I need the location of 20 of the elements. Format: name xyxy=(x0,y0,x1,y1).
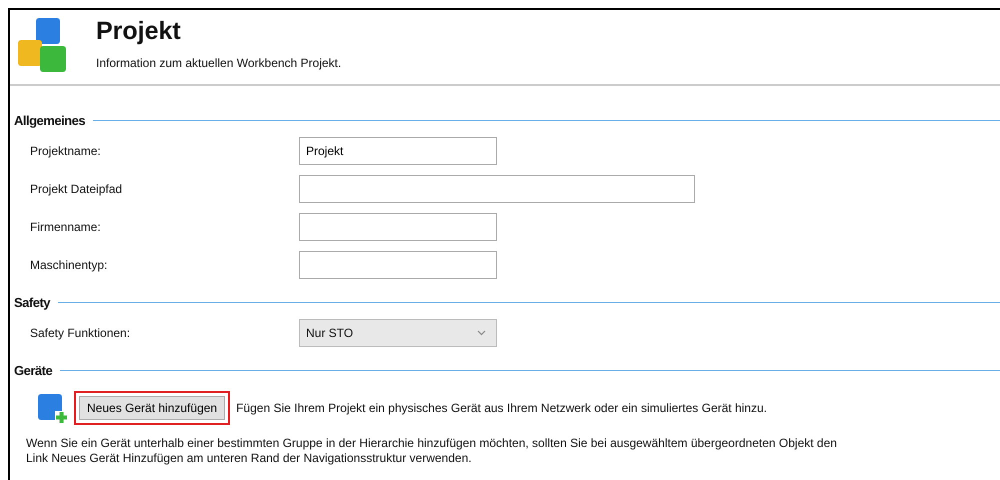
add-device-description: Fügen Sie Ihrem Projekt ein physisches Gerät aus Ihrem Netzwerk oder ein simuliertes Gerät hinzu. xyxy=(236,401,767,415)
page-title: Projekt xyxy=(96,16,182,46)
text-field[interactable] xyxy=(299,175,695,203)
field-label: Projekt Dateipfad xyxy=(30,182,124,196)
dropdown-field[interactable]: Nur STO xyxy=(299,319,497,347)
field-label: Maschinentyp: xyxy=(30,258,108,272)
field-label: Safety Funktionen: xyxy=(30,326,132,340)
text-field[interactable]: Projekt xyxy=(299,137,497,165)
section-title: Allgemeines xyxy=(14,112,86,128)
page-subtitle: Information zum aktuellen Workbench Projekt. xyxy=(96,56,342,70)
info-text: Link Neues Gerät Hinzufügen am unteren Rand der Navigationsstruktur verwenden. xyxy=(26,451,473,466)
add-device-button[interactable]: Neues Gerät hinzufügen xyxy=(79,396,226,420)
section-title: Safety xyxy=(14,294,50,310)
text-field[interactable] xyxy=(299,251,497,279)
info-text: Wenn Sie ein Gerät unterhalb einer bestimmten Gruppe in der Hierarchie hinzufügen möchten, sollten Sie bei ausgewähltem übergeordneten Objekt den xyxy=(26,436,838,451)
section-title: Geräte xyxy=(14,362,52,378)
field-label: Projektname: xyxy=(30,144,102,158)
text-field[interactable] xyxy=(299,213,497,241)
field-label: Firmenname: xyxy=(30,220,102,234)
chevron-down-icon xyxy=(477,330,486,336)
